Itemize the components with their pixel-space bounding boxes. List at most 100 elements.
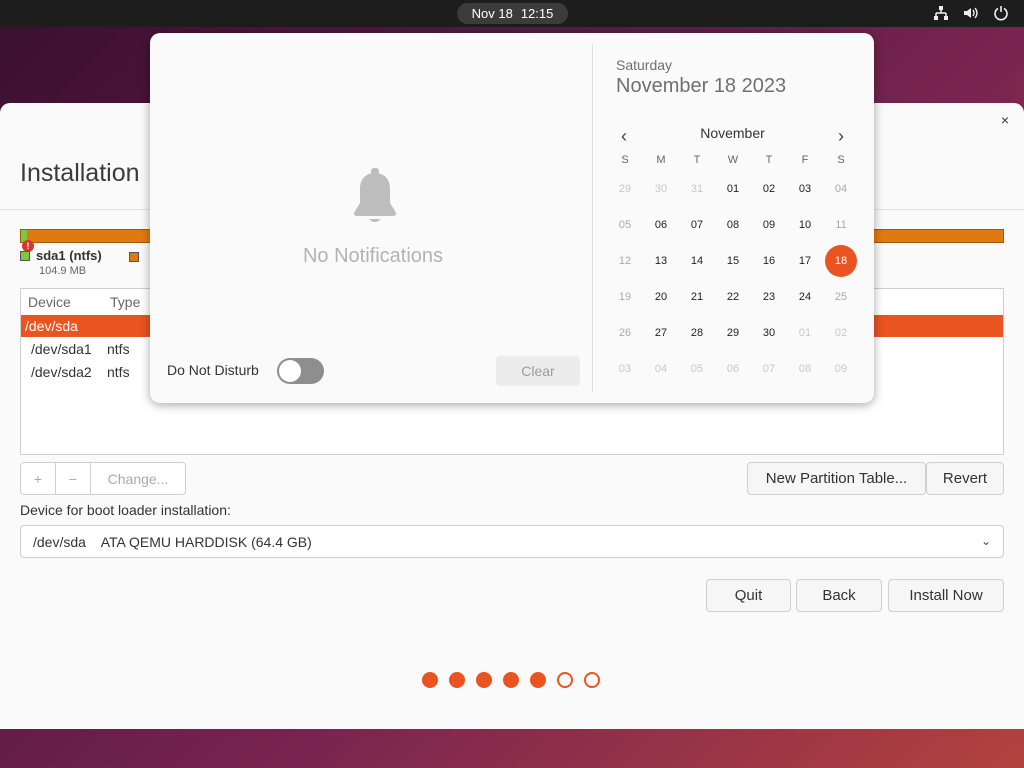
cell-device: /dev/sda [25,318,78,334]
table-header: Device Type [21,289,170,315]
do-not-disturb-label: Do Not Disturb [167,362,259,378]
calendar-date[interactable]: November 18 2023 [616,75,786,98]
calendar-day[interactable]: 11 [825,209,857,241]
calendar-day[interactable]: 10 [789,209,821,241]
calendar-day[interactable]: 06 [645,209,677,241]
calendar-weekday[interactable]: Saturday [616,57,672,73]
bell-icon [354,168,396,222]
weekday-header: T [765,154,773,166]
weekday-header: T [693,154,701,166]
calendar-day[interactable]: 04 [645,353,677,385]
boot-device-value: /dev/sda ATA QEMU HARDDISK (64.4 GB) [33,533,312,550]
calendar-day[interactable]: 06 [717,353,749,385]
quit-button[interactable]: Quit [706,579,791,612]
step-dot [557,672,573,688]
step-dot [530,672,546,688]
calendar-day[interactable]: 24 [789,281,821,313]
chevron-down-icon: ⌄ [980,534,991,548]
boot-loader-label: Device for boot loader installation: [20,502,231,518]
system-tray[interactable] [932,4,1010,22]
legend-swatch-sda1 [20,250,30,261]
install-now-button[interactable]: Install Now [888,579,1004,612]
column-device[interactable]: Device [28,294,103,310]
step-progress [422,672,600,688]
calendar-day[interactable]: 27 [645,317,677,349]
weekday-header: M [656,154,666,166]
calendar-day[interactable]: 30 [645,173,677,205]
clear-button[interactable]: Clear [496,356,580,386]
step-dot [584,672,600,688]
calendar-day[interactable]: 25 [825,281,857,313]
calendar-day[interactable]: 19 [609,281,641,313]
calendar-day[interactable]: 05 [609,209,641,241]
partition-toolbar: + − Change... [20,462,186,495]
calendar-day[interactable]: 17 [789,245,821,277]
calendar-day[interactable]: 07 [681,209,713,241]
calendar-day[interactable]: 29 [717,317,749,349]
weekday-header: S [621,154,629,166]
boot-device-select[interactable]: /dev/sda ATA QEMU HARDDISK (64.4 GB) ⌄ [20,525,1004,558]
divider [592,44,593,392]
calendar-day[interactable]: 16 [753,245,785,277]
calendar-day[interactable]: 31 [681,173,713,205]
calendar-day[interactable]: 20 [645,281,677,313]
step-dot [449,672,465,688]
step-dot [476,672,492,688]
calendar-day[interactable]: 03 [609,353,641,385]
calendar-day-today[interactable]: 18 [825,245,857,277]
calendar-day[interactable]: 02 [825,317,857,349]
add-partition-button[interactable]: + [21,463,56,494]
calendar-day[interactable]: 23 [753,281,785,313]
do-not-disturb-toggle[interactable] [277,358,324,384]
weekday-header: F [801,154,809,166]
notification-popover: No Notifications Do Not Disturb Clear Sa… [150,33,874,403]
top-bar: Nov 18 12:15 [0,0,1024,27]
calendar-day[interactable]: 08 [789,353,821,385]
calendar-day[interactable]: 22 [717,281,749,313]
volume-icon[interactable] [962,4,980,22]
clock-time: 12:15 [520,6,554,21]
step-dot [503,672,519,688]
remove-partition-button[interactable]: − [56,463,91,494]
change-partition-button[interactable]: Change... [91,463,185,494]
weekday-header: W [727,154,739,166]
calendar-day[interactable]: 29 [609,173,641,205]
close-icon[interactable]: × [996,111,1014,129]
back-button[interactable]: Back [796,579,882,612]
clock-date: Nov 18 [471,6,513,21]
calendar-month: November [700,125,765,141]
calendar-day[interactable]: 26 [609,317,641,349]
calendar-day[interactable]: 01 [789,317,821,349]
legend-swatch-sda2 [129,252,139,262]
calendar-day[interactable]: 01 [717,173,749,205]
calendar-day[interactable]: 08 [717,209,749,241]
page-title: Installation [20,159,140,187]
calendar-day[interactable]: 03 [789,173,821,205]
calendar-day[interactable]: 14 [681,245,713,277]
cell-device: /dev/sda2 [31,364,92,380]
new-partition-table-button[interactable]: New Partition Table... [747,462,926,495]
weekday-header: S [837,154,845,166]
calendar-day[interactable]: 07 [753,353,785,385]
chevron-right-icon[interactable]: › [833,126,849,147]
calendar-day[interactable]: 05 [681,353,713,385]
calendar-day[interactable]: 09 [825,353,857,385]
legend-size: 104.9 MB [39,265,87,277]
calendar-day[interactable]: 21 [681,281,713,313]
calendar-day[interactable]: 04 [825,173,857,205]
power-icon[interactable] [992,4,1010,22]
calendar-day[interactable]: 28 [681,317,713,349]
clock-button[interactable]: Nov 18 12:15 [457,3,568,24]
calendar-day[interactable]: 09 [753,209,785,241]
partition-legend: sda1 (ntfs) 104.9 MB [20,248,102,277]
calendar-day[interactable]: 02 [753,173,785,205]
revert-button[interactable]: Revert [926,462,1004,495]
calendar-day[interactable]: 30 [753,317,785,349]
calendar-day[interactable]: 13 [645,245,677,277]
chevron-left-icon[interactable]: ‹ [616,126,632,147]
calendar-day[interactable]: 12 [609,245,641,277]
legend-label: sda1 (ntfs) [36,248,102,263]
step-dot [422,672,438,688]
network-icon[interactable] [932,4,950,22]
calendar-day[interactable]: 15 [717,245,749,277]
